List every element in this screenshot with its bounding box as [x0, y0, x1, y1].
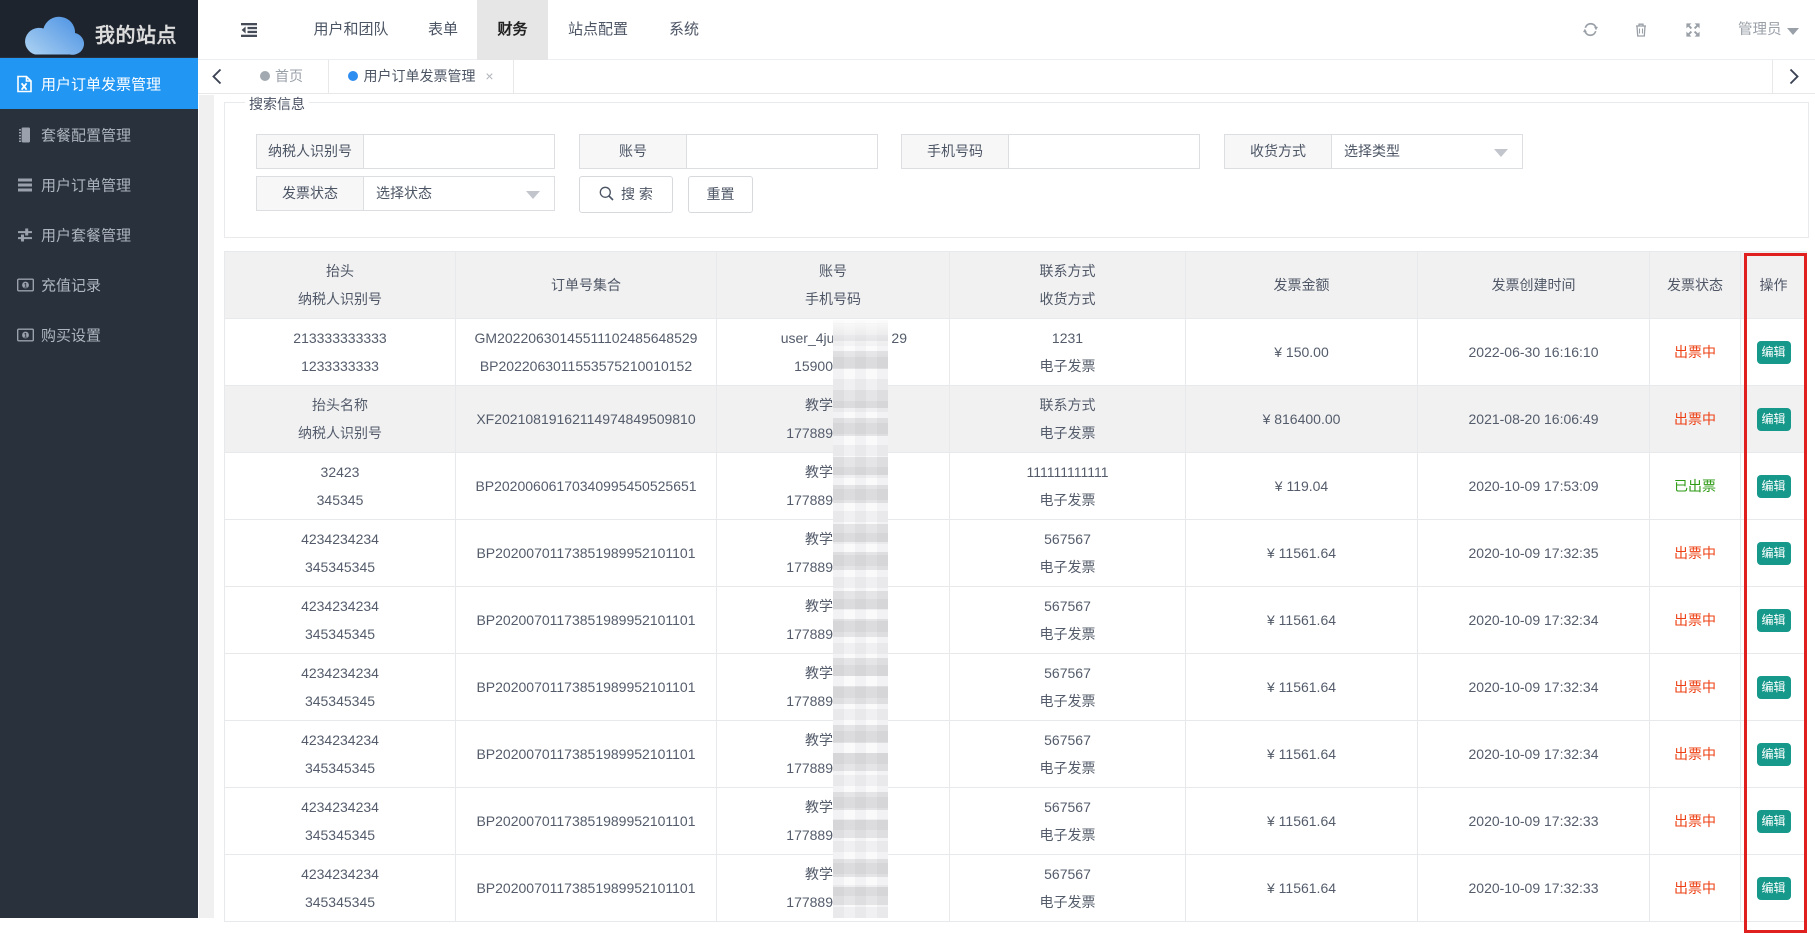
svg-text:1: 1: [24, 332, 28, 339]
svg-text:1: 1: [24, 282, 28, 289]
